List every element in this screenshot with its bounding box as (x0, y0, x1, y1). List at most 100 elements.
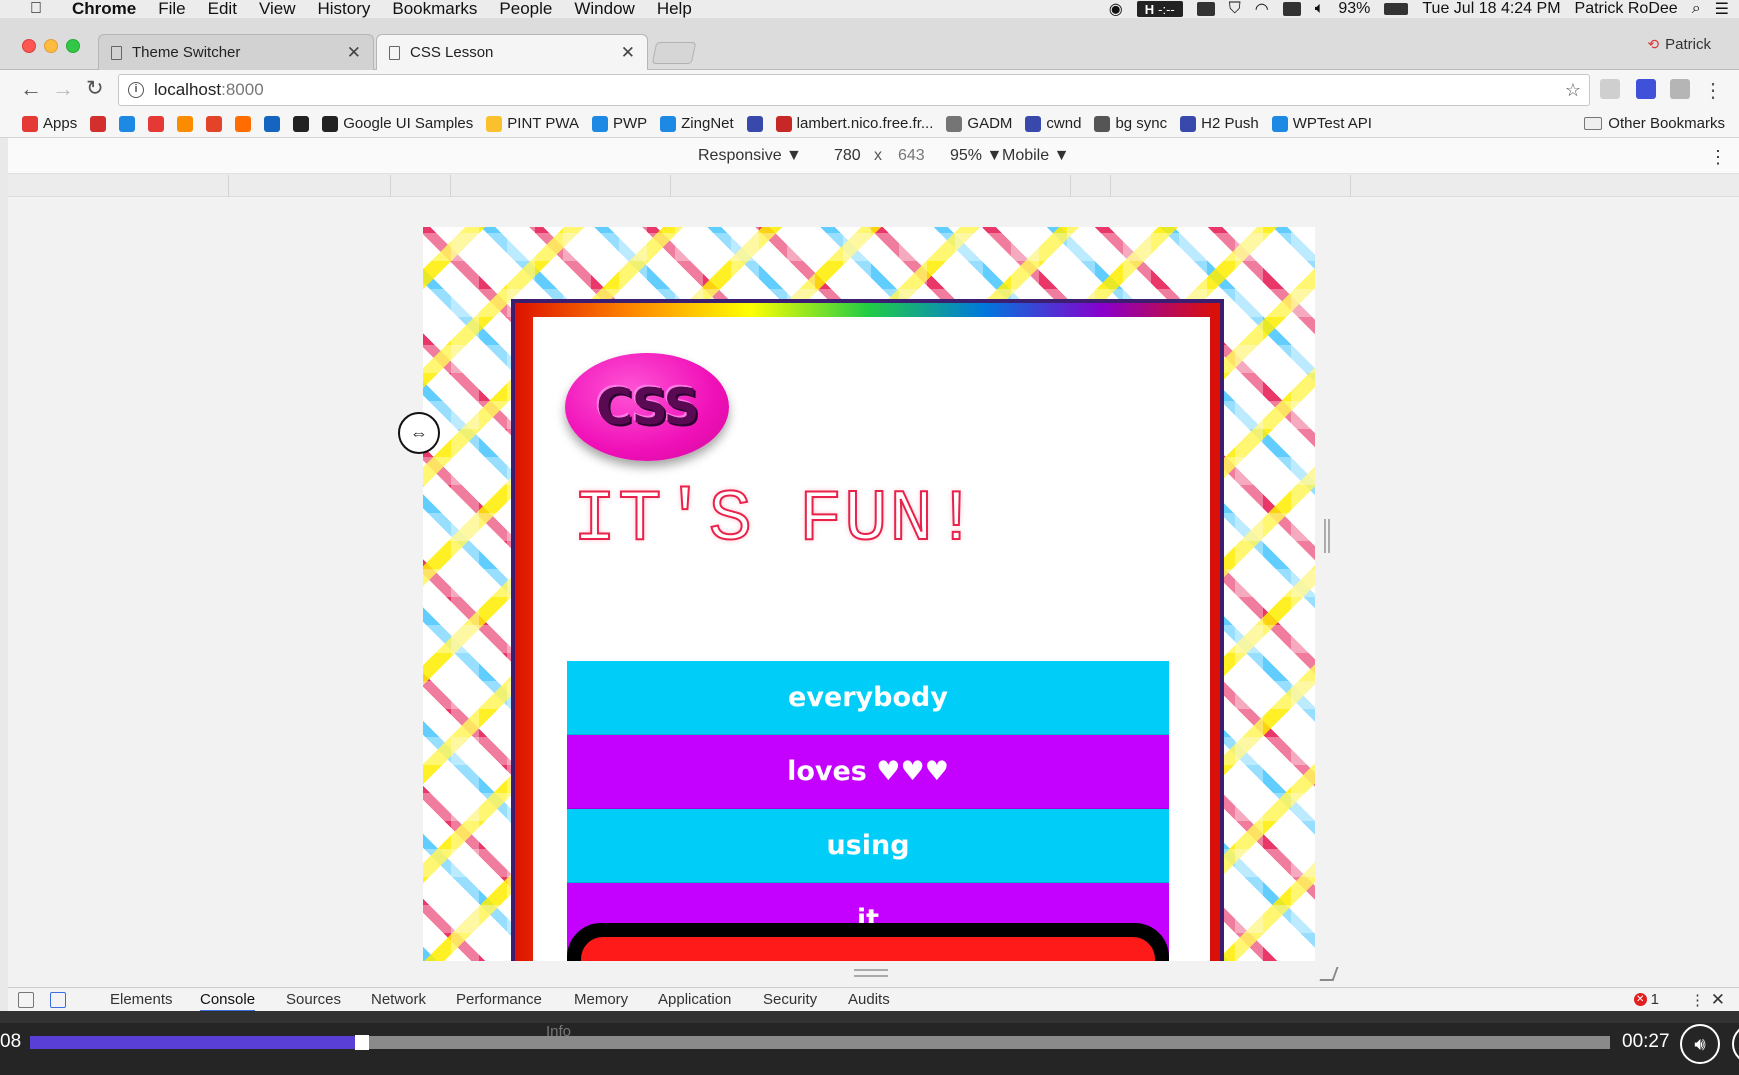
devtools-menu-icon[interactable]: ⋮ (1690, 991, 1705, 1009)
close-devtools-icon[interactable]: ✕ (1711, 990, 1725, 1010)
menu-history[interactable]: History (317, 0, 370, 19)
tab-elements[interactable]: Elements (110, 991, 173, 1008)
extension-icon[interactable] (1670, 79, 1690, 99)
media-query-marker[interactable] (390, 175, 391, 197)
menu-file[interactable]: File (158, 0, 185, 19)
record-icon[interactable]: ◉ (1109, 0, 1123, 19)
bookmark-item[interactable]: WPTest API (1271, 115, 1372, 132)
bookmark-list[interactable] (746, 115, 763, 132)
menu-app-name[interactable]: Chrome (72, 0, 136, 19)
viewport-resize-handle-bottom[interactable] (854, 969, 888, 977)
tab-network[interactable]: Network (371, 991, 426, 1008)
tab-css-lesson[interactable]: CSS Lesson ✕ (376, 34, 648, 70)
bookmark-item[interactable]: PINT PWA (486, 115, 579, 132)
fullscreen-button-icon[interactable] (1732, 1024, 1739, 1064)
menu-window[interactable]: Window (574, 0, 634, 19)
device-select[interactable]: Responsive ▼ (698, 147, 802, 165)
seek-handle[interactable] (354, 1035, 369, 1050)
tab-theme-switcher[interactable]: Theme Switcher ✕ (98, 34, 374, 70)
bookmark-gmail[interactable] (90, 115, 107, 132)
media-query-marker[interactable] (1070, 175, 1071, 197)
media-query-marker[interactable] (228, 175, 229, 197)
menu-bookmarks[interactable]: Bookmarks (392, 0, 477, 19)
battery-icon[interactable] (1384, 3, 1409, 15)
maximize-window-button[interactable] (66, 39, 80, 53)
site-info-icon[interactable]: i (128, 82, 144, 98)
address-bar[interactable]: i localhost:8000 ☆ (118, 74, 1590, 106)
media-query-marker[interactable] (670, 175, 671, 197)
bookmark-pint[interactable] (119, 115, 136, 132)
viewport-resize-handle-corner[interactable] (1319, 967, 1339, 981)
bookmark-h[interactable] (177, 115, 194, 132)
chrome-menu-icon[interactable]: ⋮ (1703, 78, 1723, 103)
media-query-marker[interactable] (1110, 175, 1111, 197)
tray-widget[interactable]: H -:-- (1136, 1, 1183, 17)
zoom-select[interactable]: 95% ▼ (950, 147, 1002, 165)
menu-edit[interactable]: Edit (208, 0, 237, 19)
device-mode-select[interactable]: Mobile ▼ (1002, 147, 1069, 165)
profile-button[interactable]: ⟲ Patrick (1647, 36, 1711, 53)
close-tab-icon[interactable]: ✕ (621, 43, 635, 63)
volume-icon[interactable]: 🔈︎ (1315, 0, 1325, 18)
other-bookmarks[interactable]: Other Bookmarks (1584, 115, 1725, 132)
tab-application[interactable]: Application (658, 991, 731, 1008)
bookmark-gitlab[interactable] (206, 115, 223, 132)
airplay-icon[interactable] (1282, 2, 1301, 16)
viewport-resize-handle-right[interactable] (1324, 519, 1330, 553)
shield-icon[interactable]: ⛉ (1229, 0, 1241, 18)
bookmark-code[interactable] (264, 115, 281, 132)
bookmark-item[interactable]: lambert.nico.free.fr... (775, 115, 933, 132)
bookmark-item[interactable]: GADM (946, 115, 1012, 132)
docker-icon[interactable] (1196, 2, 1215, 16)
tab-security[interactable]: Security (763, 991, 817, 1008)
wifi-icon[interactable]: ◠ (1255, 0, 1269, 19)
menu-help[interactable]: Help (657, 0, 692, 19)
viewport-height-input[interactable]: 643 (898, 147, 925, 165)
bookmark-image[interactable] (293, 115, 310, 132)
new-tab-button[interactable] (651, 42, 697, 64)
notification-center-icon[interactable]: ☰ (1715, 0, 1729, 19)
tab-console[interactable]: Console (200, 991, 256, 1012)
back-arrow-icon[interactable]: ← (20, 76, 42, 102)
inspect-element-icon[interactable] (18, 992, 34, 1008)
user-name[interactable]: Patrick RoDee (1575, 0, 1678, 18)
minimize-window-button[interactable] (44, 39, 58, 53)
close-tab-icon[interactable]: ✕ (347, 43, 361, 63)
tab-performance[interactable]: Performance (456, 991, 542, 1008)
bookmark-item[interactable]: ZingNet (660, 115, 734, 132)
extension-icon[interactable] (1600, 79, 1620, 99)
bookmark-js[interactable] (148, 115, 165, 132)
close-window-button[interactable] (22, 39, 36, 53)
apple-menu-icon[interactable]:  (30, 0, 48, 18)
extension-icon[interactable] (1636, 79, 1656, 99)
spotlight-search-icon[interactable]: ⌕ (1692, 0, 1701, 18)
battery-percent[interactable]: 93% (1338, 0, 1370, 18)
error-counter[interactable]: ✕ 1 (1633, 991, 1659, 1008)
tab-memory[interactable]: Memory (574, 991, 628, 1008)
tab-audits[interactable]: Audits (848, 991, 890, 1008)
bookmark-m[interactable] (235, 115, 252, 132)
seek-bar[interactable] (30, 1035, 1610, 1050)
bookmark-star-icon[interactable]: ☆ (1565, 80, 1581, 101)
media-query-marker[interactable] (1350, 175, 1351, 197)
bookmark-item[interactable]: PWP (591, 115, 647, 132)
bookmark-item[interactable]: Google UI Samples (322, 115, 473, 132)
bookmark-item[interactable]: bg sync (1094, 115, 1167, 132)
device-toggle-icon[interactable] (50, 992, 66, 1008)
menu-people[interactable]: People (499, 0, 552, 19)
forward-arrow-icon[interactable]: → (52, 76, 74, 102)
media-query-marker[interactable] (450, 175, 451, 197)
bookmark-item[interactable]: Apps (22, 115, 77, 132)
device-toolbar-menu-icon[interactable]: ⋮ (1709, 147, 1727, 168)
media-query-bar[interactable] (8, 175, 1739, 197)
bookmark-item[interactable]: cwnd (1025, 115, 1081, 132)
tab-sources[interactable]: Sources (286, 991, 341, 1008)
viewport-width-input[interactable]: 780 (834, 147, 861, 165)
menu-view[interactable]: View (259, 0, 296, 19)
emulated-page[interactable]: CSS IT'S FUN! everybody loves ♥♥♥ using … (423, 227, 1315, 961)
bookmark-item[interactable]: H2 Push (1180, 115, 1259, 132)
bookmark-favicon-icon (486, 115, 503, 132)
clock[interactable]: Tue Jul 18 4:24 PM (1422, 0, 1560, 18)
reload-icon[interactable]: ↻ (86, 76, 104, 101)
volume-button-icon[interactable]: 🔊︎ (1680, 1024, 1720, 1064)
